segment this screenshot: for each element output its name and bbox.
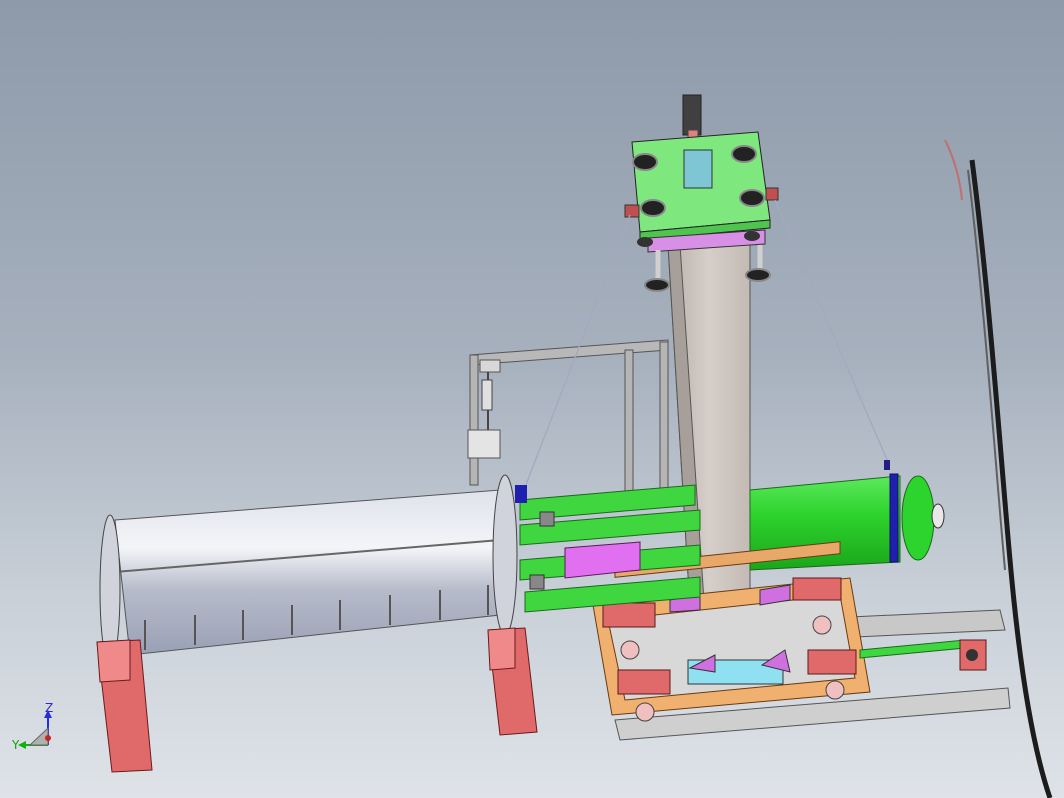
- cad-model-render[interactable]: [0, 0, 1064, 798]
- tube-flange-right[interactable]: [492, 474, 518, 636]
- green-arms[interactable]: [519, 484, 701, 613]
- x-axis-marker: [45, 735, 51, 741]
- cad-viewport[interactable]: Z Y: [0, 0, 1064, 798]
- axis-triad: [18, 710, 52, 749]
- sensor-box[interactable]: [467, 429, 501, 459]
- motor[interactable]: [682, 94, 702, 136]
- z-axis-label: Z: [45, 701, 54, 715]
- gantry-frame[interactable]: [467, 339, 669, 503]
- y-axis-label: Y: [12, 738, 20, 752]
- base-carriage[interactable]: [592, 541, 1011, 741]
- gray-tube[interactable]: [99, 474, 527, 666]
